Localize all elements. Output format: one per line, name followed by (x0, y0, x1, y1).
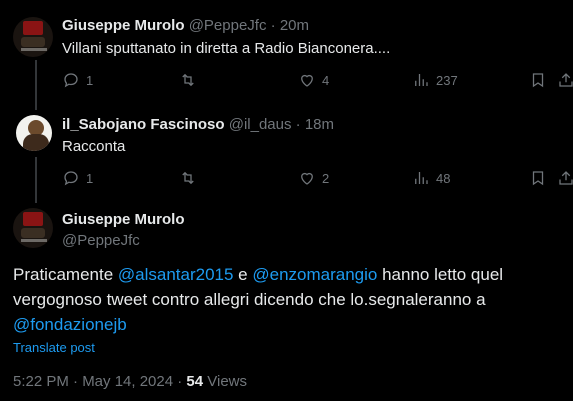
views-button[interactable]: 237 (412, 71, 458, 89)
separator: · (270, 17, 276, 34)
bookmark-icon (532, 73, 544, 88)
timestamp[interactable]: 5:22 PM · May 14, 2024 · (13, 373, 186, 390)
author-handle[interactable]: @il_daus (229, 116, 292, 133)
reply-count: 1 (86, 72, 94, 88)
like-button[interactable]: 2 (298, 169, 329, 187)
author-name[interactable]: Giuseppe Murolo (62, 211, 185, 228)
retweet-button[interactable] (179, 71, 197, 89)
views-button[interactable]: 48 (412, 169, 450, 187)
share-icon (559, 73, 573, 87)
share-icon (559, 171, 573, 185)
reply-button[interactable]: 1 (62, 169, 93, 187)
tweet-time[interactable]: 20m (280, 17, 309, 34)
bookmark-icon (532, 171, 544, 186)
like-icon (301, 74, 313, 87)
author-handle[interactable]: @PeppeJfc (62, 232, 140, 249)
like-button[interactable]: 4 (298, 71, 329, 89)
bookmark-button[interactable] (529, 169, 547, 187)
reply-count: 1 (86, 170, 94, 186)
avatar[interactable] (16, 115, 52, 151)
mention-link[interactable]: @enzomarangio (252, 265, 377, 284)
author-name[interactable]: il_Sabojano Fascinoso (62, 116, 225, 133)
tweet-text: Praticamente @alsantar2015 e @enzomarang… (13, 262, 563, 337)
retweet-button[interactable] (179, 169, 197, 187)
like-count: 2 (322, 170, 330, 186)
author-name[interactable]: Giuseppe Murolo (62, 17, 185, 34)
tweet-time[interactable]: 18m (305, 116, 334, 133)
reply-icon (64, 171, 78, 186)
views-label: Views (203, 373, 248, 390)
thread-connector (35, 60, 37, 110)
bookmark-button[interactable] (529, 71, 547, 89)
views-icon (415, 172, 428, 184)
avatar[interactable] (13, 17, 53, 57)
like-icon (301, 172, 313, 185)
avatar[interactable] (13, 208, 53, 248)
separator: · (295, 116, 301, 133)
mention-link[interactable]: @fondazionejb (13, 315, 127, 334)
tweet-actions: 1 2 48 (62, 169, 573, 189)
author-handle[interactable]: @PeppeJfc (189, 17, 267, 34)
retweet-icon (182, 171, 194, 185)
thread-connector (35, 157, 37, 203)
like-count: 4 (322, 72, 330, 88)
tweet-actions: 1 4 237 (62, 71, 573, 91)
mention-link[interactable]: @alsantar2015 (118, 265, 234, 284)
share-button[interactable] (557, 169, 573, 187)
views-count: 48 (436, 170, 451, 186)
translate-link[interactable]: Translate post (13, 340, 95, 355)
tweet-text: Racconta (62, 138, 126, 155)
views-icon (415, 74, 428, 86)
retweet-icon (182, 73, 194, 87)
tweet-meta: 5:22 PM · May 14, 2024 · 54 Views (13, 373, 247, 390)
views-count: 54 (186, 373, 204, 390)
share-button[interactable] (557, 71, 573, 89)
text-segment: e (233, 265, 253, 284)
text-segment: Praticamente (13, 265, 118, 284)
tweet-text: Villani sputtanato in diretta a Radio Bi… (62, 40, 391, 57)
views-count: 237 (436, 72, 458, 88)
reply-icon (64, 73, 78, 88)
reply-button[interactable]: 1 (62, 71, 93, 89)
